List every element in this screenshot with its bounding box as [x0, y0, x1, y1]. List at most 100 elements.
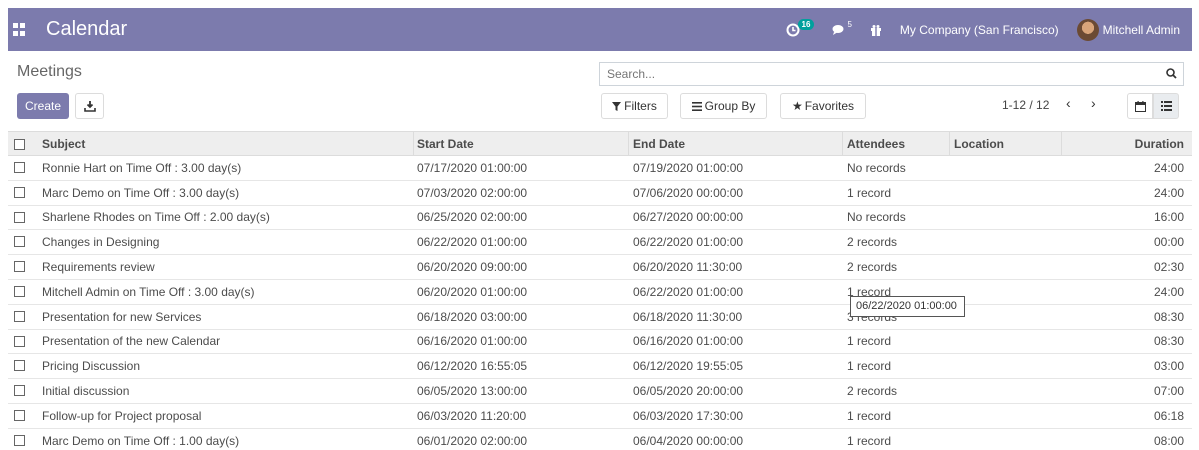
- favorites-button[interactable]: ★ Favorites: [780, 93, 866, 119]
- row-checkbox[interactable]: [14, 335, 25, 347]
- row-checkbox[interactable]: [14, 310, 25, 322]
- pager-next-icon[interactable]: ›: [1091, 95, 1096, 111]
- cell-subject: Requirements review: [42, 260, 155, 275]
- gift-button[interactable]: [870, 24, 882, 36]
- star-icon: ★: [791, 99, 803, 113]
- search-input[interactable]: [600, 63, 1183, 85]
- table-row[interactable]: Initial discussion 06/05/2020 13:00:00 06/…: [8, 379, 1192, 404]
- gift-icon: [870, 24, 881, 36]
- row-checkbox[interactable]: [14, 285, 25, 297]
- company-switcher[interactable]: My Company (San Francisco): [900, 23, 1059, 37]
- cell-attendees: No records: [847, 160, 906, 175]
- table-row[interactable]: Requirements review 06/20/2020 09:00:00 06…: [8, 255, 1192, 280]
- cell-subject: Ronnie Hart on Time Off : 3.00 day(s): [42, 160, 242, 175]
- cell-attendees: 1 record: [847, 185, 892, 200]
- cell-end-date: 06/18/2020 11:30:00: [633, 309, 743, 324]
- user-menu[interactable]: Mitchell Admin: [1103, 23, 1180, 37]
- group-by-label: Group By: [704, 99, 756, 113]
- row-checkbox[interactable]: [14, 236, 25, 248]
- table-row[interactable]: Follow-up for Project proposal 06/03/2020…: [8, 404, 1192, 429]
- export-button[interactable]: [75, 93, 104, 119]
- page-title[interactable]: Meetings: [17, 63, 82, 81]
- table-row[interactable]: Ronnie Hart on Time Off : 3.00 day(s) 07/…: [8, 156, 1192, 181]
- cell-duration: 07:00: [1153, 384, 1184, 399]
- filters-label: Filters: [624, 99, 657, 113]
- messages-button[interactable]: 5: [832, 20, 852, 36]
- header-location[interactable]: Location: [954, 132, 1004, 155]
- cell-end-date: 06/16/2020 01:00:00: [633, 334, 744, 349]
- chat-icon: [832, 24, 844, 35]
- cell-start-date: 06/25/2020 02:00:00: [417, 210, 528, 225]
- row-checkbox[interactable]: [14, 186, 25, 198]
- list-view-button[interactable]: [1153, 93, 1179, 119]
- table-row[interactable]: Presentation for new Services 06/18/2020 …: [8, 305, 1192, 330]
- cell-end-date: 07/06/2020 00:00:00: [633, 185, 744, 200]
- favorites-label: Favorites: [804, 99, 855, 113]
- cell-start-date: 06/05/2020 13:00:00: [417, 384, 528, 399]
- user-avatar[interactable]: [1076, 18, 1099, 41]
- cell-subject: Pricing Discussion: [42, 359, 141, 374]
- cell-duration: 16:00: [1153, 210, 1184, 225]
- header-duration[interactable]: Duration: [1135, 132, 1184, 155]
- cell-attendees: 1 record: [847, 433, 892, 448]
- header-attendees[interactable]: Attendees: [847, 132, 905, 155]
- cell-subject: Marc Demo on Time Off : 1.00 day(s): [42, 433, 240, 448]
- date-tooltip: 06/22/2020 01:00:00: [850, 296, 965, 317]
- create-button[interactable]: Create: [17, 93, 69, 119]
- filters-button[interactable]: Filters: [601, 93, 668, 119]
- row-checkbox[interactable]: [14, 211, 25, 223]
- cell-duration: 00:00: [1153, 235, 1184, 250]
- calendar-icon: [1134, 100, 1146, 112]
- cell-end-date: 06/20/2020 11:30:00: [633, 260, 743, 275]
- pager-previous-icon[interactable]: ‹: [1066, 95, 1071, 111]
- cell-subject: Marc Demo on Time Off : 3.00 day(s): [42, 185, 240, 200]
- cell-end-date: 06/03/2020 17:30:00: [633, 408, 744, 423]
- row-checkbox[interactable]: [14, 360, 25, 372]
- table-row[interactable]: Pricing Discussion 06/12/2020 16:55:05 06/…: [8, 354, 1192, 380]
- search-icon[interactable]: [1166, 68, 1177, 79]
- cell-end-date: 06/22/2020 01:00:00: [633, 284, 744, 299]
- group-by-button[interactable]: Group By: [680, 93, 767, 119]
- cell-end-date: 07/19/2020 01:00:00: [633, 160, 744, 175]
- meetings-table: Subject Start Date End Date Attendees Lo…: [8, 131, 1192, 450]
- cell-attendees: 2 records: [847, 235, 898, 250]
- cell-start-date: 06/20/2020 01:00:00: [417, 284, 528, 299]
- cell-attendees: 2 records: [847, 384, 898, 399]
- table-row[interactable]: Marc Demo on Time Off : 1.00 day(s) 06/01…: [8, 429, 1192, 450]
- cell-start-date: 06/22/2020 01:00:00: [417, 235, 528, 250]
- cell-subject: Initial discussion: [42, 384, 130, 399]
- cell-duration: 03:00: [1153, 359, 1184, 374]
- cell-end-date: 06/05/2020 20:00:00: [633, 384, 744, 399]
- row-checkbox[interactable]: [14, 261, 25, 273]
- top-navbar: Calendar 16 5 My Company (San Francisco)…: [8, 8, 1192, 51]
- header-end-date[interactable]: End Date: [633, 132, 685, 155]
- cell-start-date: 07/17/2020 01:00:00: [417, 160, 528, 175]
- cell-duration: 24:00: [1153, 160, 1184, 175]
- table-row[interactable]: Presentation of the new Calendar 06/16/20…: [8, 330, 1192, 355]
- cell-duration: 02:30: [1153, 260, 1184, 275]
- table-row[interactable]: Changes in Designing 06/22/2020 01:00:00 0…: [8, 230, 1192, 256]
- cell-subject: Changes in Designing: [42, 235, 160, 250]
- cell-start-date: 06/20/2020 09:00:00: [417, 260, 528, 275]
- header-subject[interactable]: Subject: [42, 132, 85, 155]
- table-row[interactable]: Mitchell Admin on Time Off : 3.00 day(s)…: [8, 280, 1192, 305]
- calendar-view-button[interactable]: [1127, 93, 1153, 119]
- table-row[interactable]: Marc Demo on Time Off : 3.00 day(s) 07/03…: [8, 181, 1192, 206]
- header-start-date[interactable]: Start Date: [417, 132, 474, 155]
- cell-attendees: 1 record: [847, 408, 892, 423]
- cell-end-date: 06/27/2020 00:00:00: [633, 210, 744, 225]
- cell-end-date: 06/04/2020 00:00:00: [633, 433, 744, 448]
- table-row[interactable]: Sharlene Rhodes on Time Off : 2.00 day(s…: [8, 206, 1192, 231]
- row-checkbox[interactable]: [14, 385, 25, 397]
- app-title[interactable]: Calendar: [46, 18, 127, 41]
- pager-value[interactable]: 1-12 / 12: [1002, 98, 1049, 112]
- apps-menu-icon[interactable]: [13, 22, 27, 37]
- activity-button[interactable]: 16: [786, 19, 815, 37]
- cell-end-date: 06/12/2020 19:55:05: [633, 359, 744, 374]
- cell-duration: 08:30: [1153, 334, 1184, 349]
- row-checkbox[interactable]: [14, 434, 25, 446]
- download-icon: [83, 101, 96, 112]
- row-checkbox[interactable]: [14, 162, 25, 173]
- select-all-checkbox[interactable]: [14, 139, 25, 150]
- row-checkbox[interactable]: [14, 409, 25, 421]
